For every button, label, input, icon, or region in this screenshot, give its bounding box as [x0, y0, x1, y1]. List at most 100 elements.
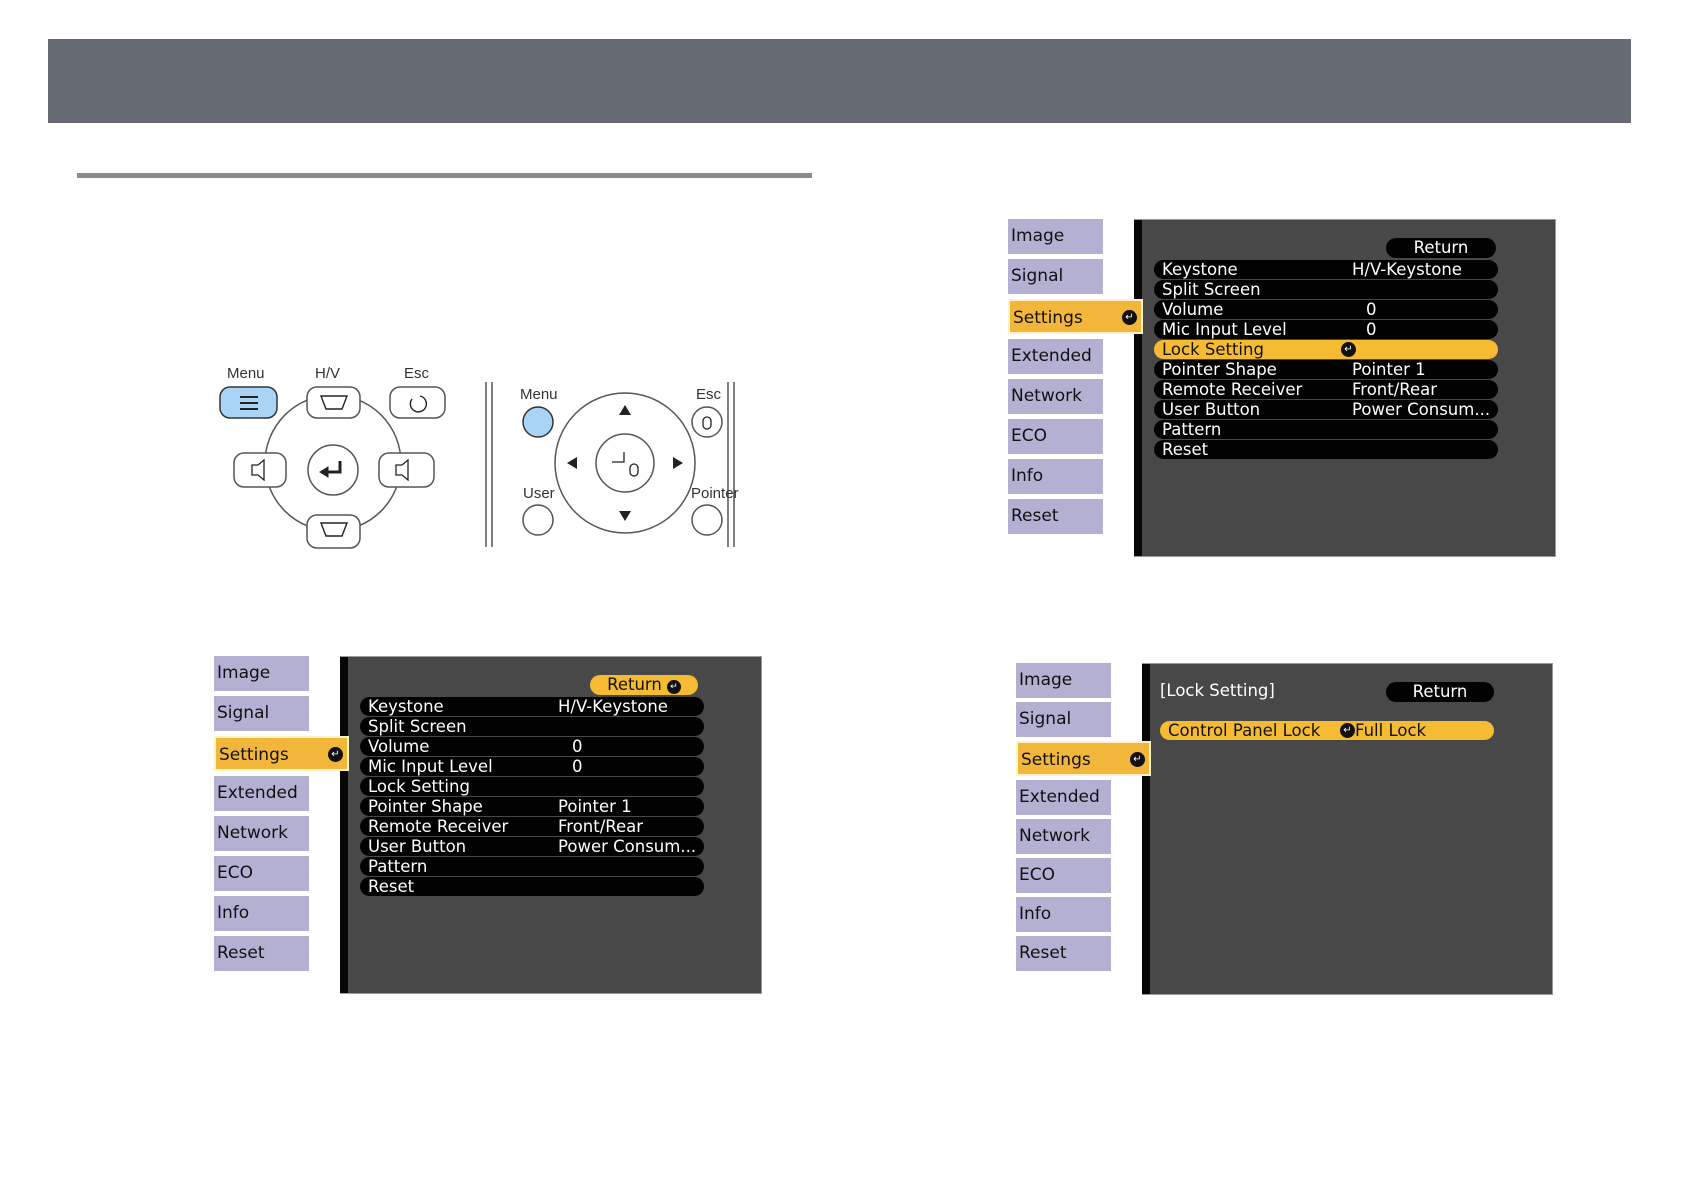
- menu-tab-network[interactable]: Network: [1016, 819, 1111, 854]
- settings-item-label: Remote Receiver: [368, 817, 509, 836]
- menu-tab-reset[interactable]: Reset: [214, 936, 309, 971]
- menu-tab-image[interactable]: Image: [214, 656, 309, 691]
- menu-tab-label: Reset: [1011, 506, 1059, 526]
- enter-icon: ↵: [1340, 723, 1355, 738]
- settings-item-volume[interactable]: Volume 0: [1154, 300, 1498, 319]
- settings-item-reset[interactable]: Reset: [360, 877, 704, 896]
- menu-tab-eco[interactable]: ECO: [214, 856, 309, 891]
- settings-item-value: 0: [572, 757, 583, 776]
- enter-icon: ↵: [328, 747, 343, 762]
- menu-tab-label: Image: [1019, 670, 1073, 690]
- settings-item-label: Lock Setting: [368, 777, 470, 796]
- menu-tab-label: Network: [1011, 386, 1082, 406]
- menu-tab-image[interactable]: Image: [1008, 219, 1103, 254]
- menu-tab-label: ECO: [217, 863, 253, 883]
- settings-item-split-screen[interactable]: Split Screen: [1154, 280, 1498, 299]
- menu-tab-extended[interactable]: Extended: [1016, 780, 1111, 815]
- settings-item-pattern[interactable]: Pattern: [360, 857, 704, 876]
- menu-tab-reset[interactable]: Reset: [1008, 499, 1103, 534]
- settings-item-label: Mic Input Level: [1162, 320, 1287, 339]
- settings-item-mic-input-level[interactable]: Mic Input Level 0: [360, 757, 704, 776]
- settings-item-label: Pointer Shape: [368, 797, 483, 816]
- settings-item-value: Front/Rear: [1352, 380, 1438, 399]
- menu-tab-label: Settings: [219, 745, 289, 765]
- control-panel-lock-value: Full Lock: [1355, 721, 1427, 740]
- settings-item-volume[interactable]: Volume 0: [360, 737, 704, 756]
- settings-item-reset[interactable]: Reset: [1154, 440, 1498, 459]
- remote-menu-caption: Menu: [520, 386, 558, 403]
- control-panel-lock-row[interactable]: Control Panel Lock ↵ Full Lock: [1160, 721, 1494, 740]
- return-button[interactable]: Return: [1386, 682, 1494, 702]
- menu-tab-signal[interactable]: Signal: [1008, 259, 1103, 294]
- menu-tab-label: ECO: [1019, 865, 1055, 885]
- settings-item-pointer-shape[interactable]: Pointer Shape Pointer 1: [360, 797, 704, 816]
- menu-tab-label: Reset: [217, 943, 265, 963]
- remote-user-caption: User: [523, 485, 555, 502]
- menu-tab-settings[interactable]: Settings ↵: [214, 736, 349, 771]
- remote-menu-button: [522, 406, 554, 438]
- settings-item-lock-setting[interactable]: Lock Setting: [360, 777, 704, 796]
- settings-item-pointer-shape[interactable]: Pointer Shape Pointer 1: [1154, 360, 1498, 379]
- settings-item-split-screen[interactable]: Split Screen: [360, 717, 704, 736]
- menu-tab-label: Settings: [1013, 308, 1083, 328]
- settings-item-label: User Button: [368, 837, 467, 856]
- settings-item-remote-receiver[interactable]: Remote Receiver Front/Rear: [1154, 380, 1498, 399]
- enter-icon: ↵: [1122, 310, 1137, 325]
- enter-icon: ↵: [666, 680, 681, 694]
- panel-enter-button: [307, 444, 359, 496]
- menu-tab-label: ECO: [1011, 426, 1047, 446]
- menu-tab-eco[interactable]: ECO: [1008, 419, 1103, 454]
- menu-tab-eco[interactable]: ECO: [1016, 858, 1111, 893]
- menu-tab-signal[interactable]: Signal: [214, 696, 309, 731]
- settings-item-user-button[interactable]: User Button Power Consum...: [360, 837, 704, 856]
- menu-tab-info[interactable]: Info: [1008, 459, 1103, 494]
- panel-keystone-down-button: [306, 514, 361, 549]
- menu-tab-signal[interactable]: Signal: [1016, 702, 1111, 737]
- buttons-diagram: [219, 382, 735, 549]
- settings-item-label: Split Screen: [1162, 280, 1261, 299]
- settings-item-label: Pattern: [368, 857, 428, 876]
- remote-user-button: [522, 504, 554, 536]
- enter-icon: ↵: [1130, 752, 1145, 767]
- settings-item-user-button[interactable]: User Button Power Consum...: [1154, 400, 1498, 419]
- settings-item-lock-setting[interactable]: Lock Setting ↵: [1154, 340, 1498, 359]
- settings-item-label: Remote Receiver: [1162, 380, 1303, 399]
- menu-tab-label: Info: [217, 903, 250, 923]
- settings-item-value: H/V-Keystone: [558, 697, 668, 716]
- menu-tab-label: Info: [1019, 904, 1052, 924]
- return-button[interactable]: Return: [1386, 238, 1496, 258]
- return-button[interactable]: Return ↵: [590, 675, 698, 695]
- settings-item-label: Lock Setting: [1162, 340, 1264, 359]
- settings-item-mic-input-level[interactable]: Mic Input Level 0: [1154, 320, 1498, 339]
- menu-tab-network[interactable]: Network: [1008, 379, 1103, 414]
- menu-tab-extended[interactable]: Extended: [1008, 339, 1103, 374]
- menu-tab-network[interactable]: Network: [214, 816, 309, 851]
- settings-item-pattern[interactable]: Pattern: [1154, 420, 1498, 439]
- settings-panel: Return ↵ Keystone H/V-Keystone Split Screen…: [340, 656, 762, 994]
- menu-tab-label: Info: [1011, 466, 1044, 486]
- menu-tab-label: Image: [1011, 226, 1065, 246]
- panel-volume-down-button: [233, 452, 287, 488]
- settings-item-remote-receiver[interactable]: Remote Receiver Front/Rear: [360, 817, 704, 836]
- settings-item-keystone[interactable]: Keystone H/V-Keystone: [360, 697, 704, 716]
- menu-tab-settings[interactable]: Settings ↵: [1008, 299, 1143, 334]
- menu-tab-info[interactable]: Info: [1016, 897, 1111, 932]
- menu-tab-label: Signal: [217, 703, 270, 723]
- menu-tab-label: Network: [1019, 826, 1090, 846]
- settings-item-keystone[interactable]: Keystone H/V-Keystone: [1154, 260, 1498, 279]
- settings-item-label: Mic Input Level: [368, 757, 493, 776]
- menu-tab-image[interactable]: Image: [1016, 663, 1111, 698]
- menu-tab-info[interactable]: Info: [214, 896, 309, 931]
- settings-item-label: User Button: [1162, 400, 1261, 419]
- control-panel-lock-label: Control Panel Lock: [1168, 721, 1321, 740]
- menu-tab-settings[interactable]: Settings ↵: [1016, 741, 1151, 776]
- settings-item-label: Reset: [1162, 440, 1209, 459]
- lock-setting-menu-screen: Image Signal Settings ↵ Extended Network ECO In…: [1016, 663, 1553, 995]
- menu-tab-reset[interactable]: Reset: [1016, 936, 1111, 971]
- lock-setting-panel: [Lock Setting] Return Control Panel Lock…: [1142, 663, 1553, 995]
- menu-tab-extended[interactable]: Extended: [214, 776, 309, 811]
- settings-item-label: Keystone: [1162, 260, 1238, 279]
- settings-item-label: Volume: [1162, 300, 1224, 319]
- menu-tab-label: Extended: [1019, 787, 1100, 807]
- menu-tab-label: Signal: [1019, 709, 1072, 729]
